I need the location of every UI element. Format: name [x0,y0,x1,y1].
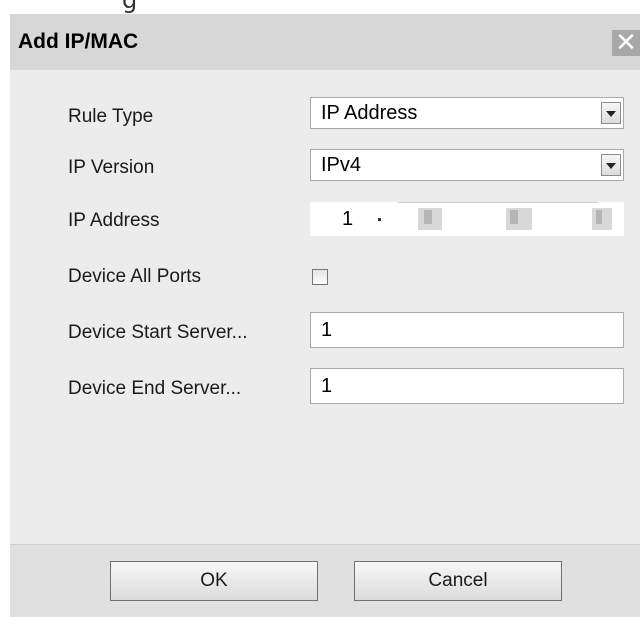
chevron-down-icon[interactable] [601,102,621,124]
device-end-server-value: 1 [321,375,333,397]
ip-field-border [398,202,598,203]
device-all-ports-checkbox[interactable] [312,269,328,285]
dialog-title: Add IP/MAC [18,30,139,53]
device-start-server-value: 1 [321,319,333,341]
dialog-titlebar: Add IP/MAC ✕ [10,14,640,70]
close-icon[interactable]: ✕ [612,30,640,56]
redaction-mark [424,210,432,224]
ip-version-label: IP Version [68,157,155,178]
ip-address-label: IP Address [68,210,160,231]
ip-version-select[interactable]: IPv4 [310,149,624,181]
device-start-server-label: Device Start Server... [68,322,248,343]
add-ip-mac-dialog: Add IP/MAC ✕ Rule Type IP Address IP Ver… [10,14,640,617]
rule-type-value: IP Address [321,102,418,124]
device-start-server-input[interactable]: 1 [310,312,624,348]
rule-type-label: Rule Type [68,106,154,127]
device-all-ports-label: Device All Ports [68,266,202,287]
chevron-down-icon[interactable] [601,154,621,176]
rule-type-select[interactable]: IP Address [310,97,624,129]
ip-version-value: IPv4 [321,154,362,176]
device-end-server-label: Device End Server... [68,378,242,399]
ip-octet-4-redacted[interactable] [592,208,612,230]
redaction-mark [510,210,518,224]
ok-button[interactable]: OK [110,561,318,601]
ip-octet-1[interactable]: 1 [342,202,353,236]
ip-separator [378,218,381,221]
ip-address-input[interactable]: 1 [310,202,624,236]
redaction-mark [596,210,602,224]
device-end-server-input[interactable]: 1 [310,368,624,404]
cancel-button[interactable]: Cancel [354,561,562,601]
cropped-background-text: g [0,0,640,14]
